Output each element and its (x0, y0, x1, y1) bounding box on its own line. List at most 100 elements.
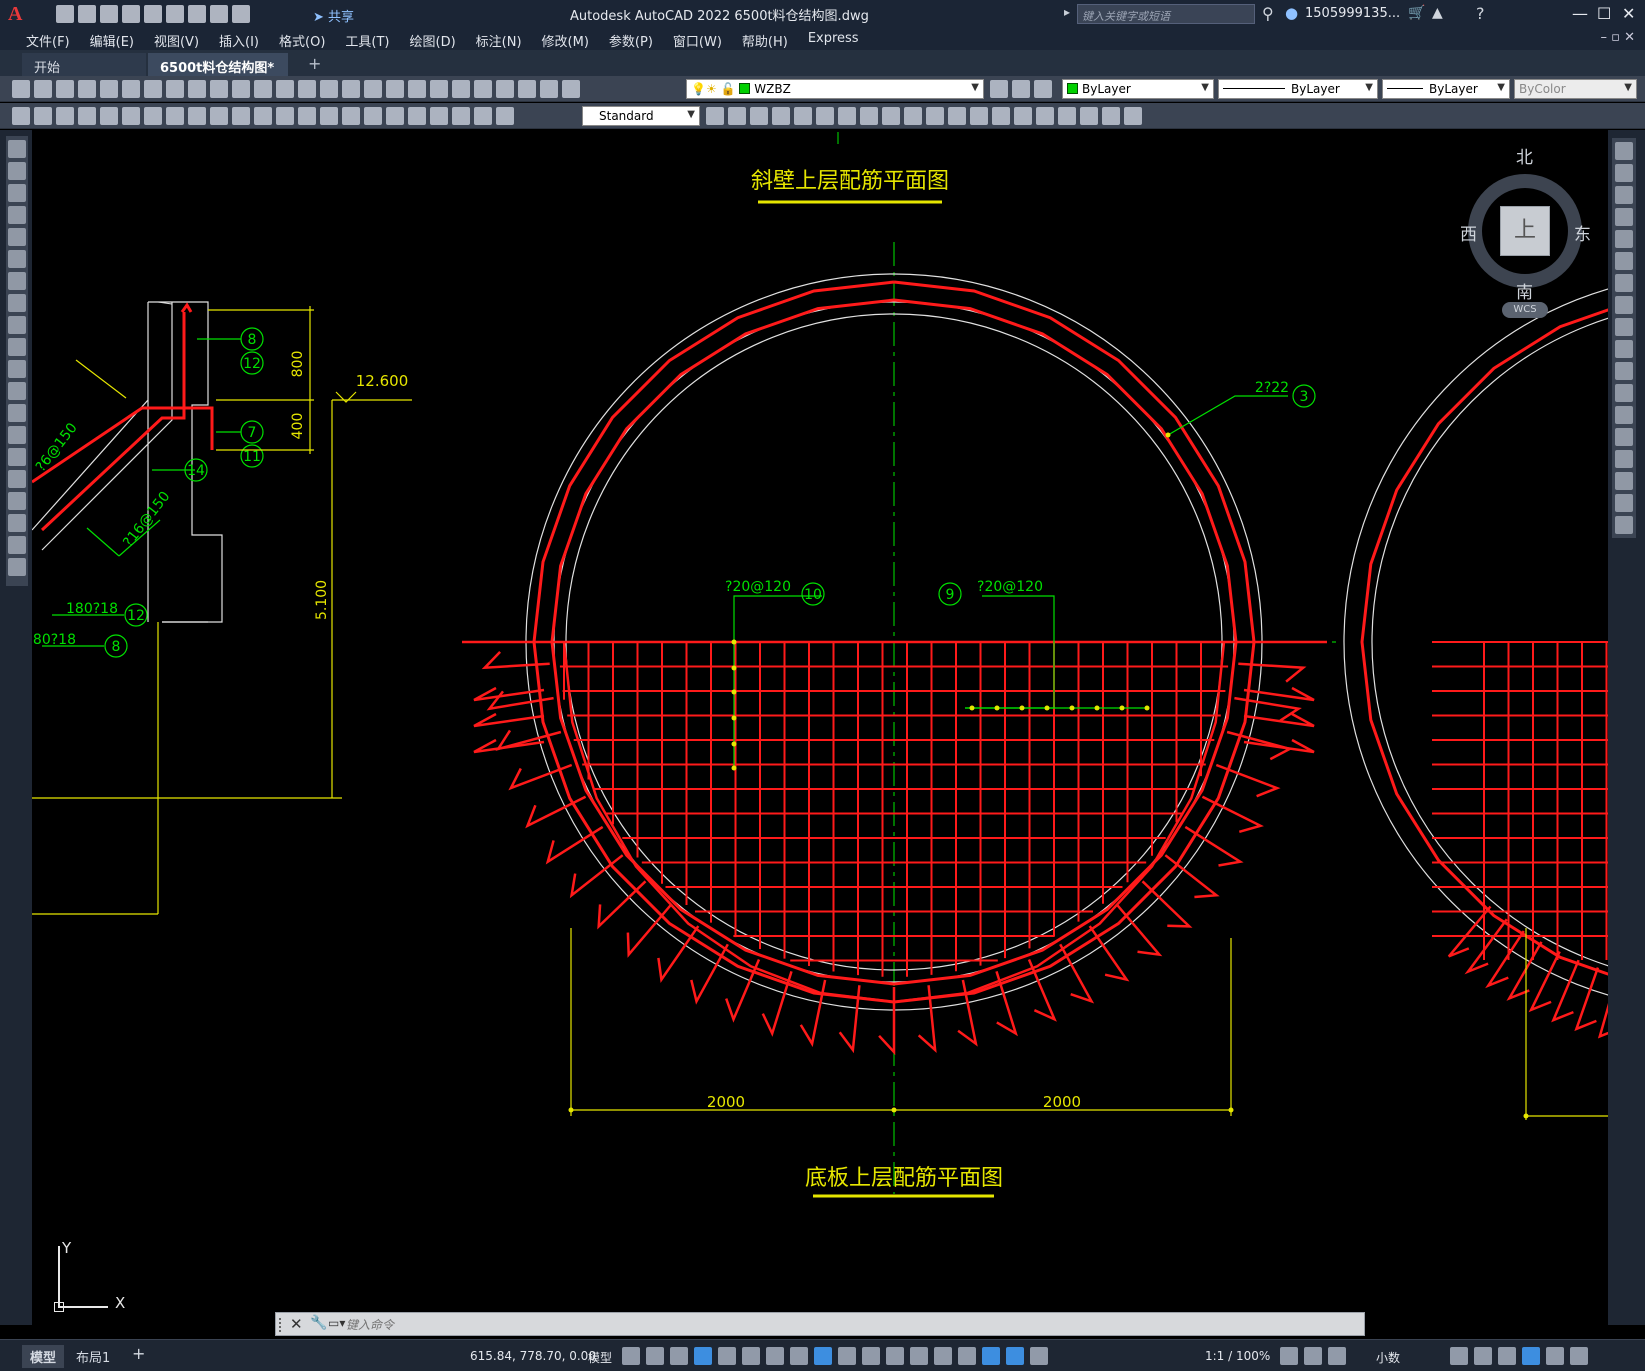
region-icon[interactable] (8, 492, 26, 510)
undo-icon[interactable] (276, 80, 294, 98)
fillet-icon[interactable] (1615, 472, 1633, 490)
workspace-gear-icon[interactable] (1280, 1347, 1298, 1365)
snap-icon[interactable] (646, 1347, 664, 1365)
object-snap-icon[interactable] (814, 1347, 832, 1365)
construction-line-icon[interactable] (8, 162, 26, 180)
diameter-dim-icon[interactable] (144, 107, 162, 125)
3d-print-icon[interactable] (144, 80, 162, 98)
erase-icon[interactable] (1615, 142, 1633, 160)
multiline-text-icon[interactable] (8, 536, 26, 554)
user-account[interactable]: 1505999135... (1305, 6, 1400, 21)
units-icon[interactable] (1328, 1347, 1346, 1365)
viewcube-top-face[interactable]: 上 (1500, 206, 1550, 256)
help-icon[interactable]: ? (1476, 4, 1485, 23)
design-center-icon[interactable] (430, 80, 448, 98)
zoom-previous-icon[interactable] (386, 80, 404, 98)
command-customize-icon[interactable]: 🔧 (310, 1315, 327, 1331)
command-grip-icon[interactable] (279, 1318, 285, 1332)
taper-faces-icon[interactable] (904, 107, 922, 125)
leader-collect-icon[interactable] (496, 107, 514, 125)
cart-icon[interactable]: 🛒 (1408, 5, 1425, 21)
block-editor-icon[interactable] (254, 80, 272, 98)
lock-ui-icon[interactable] (1474, 1347, 1492, 1365)
compass-south[interactable]: 南 (1516, 278, 1533, 303)
solid-edit-icon[interactable] (1124, 107, 1142, 125)
multileader-icon[interactable] (452, 107, 470, 125)
menu-modify[interactable]: 修改(M) (532, 28, 599, 50)
blend-curves-icon[interactable] (1615, 494, 1633, 512)
open-web-icon[interactable] (144, 5, 162, 23)
add-selected-icon[interactable] (8, 558, 26, 576)
aligned-dim-icon[interactable] (34, 107, 52, 125)
isometric-icon[interactable] (766, 1347, 784, 1365)
dimstyle-dropdown[interactable]: Standard ▼ (582, 106, 700, 126)
save-as-icon[interactable] (122, 5, 140, 23)
stretch-icon[interactable] (1615, 318, 1633, 336)
check-icon[interactable] (1102, 107, 1120, 125)
delete-faces-icon[interactable] (860, 107, 878, 125)
copy-faces-icon[interactable] (926, 107, 944, 125)
layer-dropdown[interactable]: 💡☀ 🔓 WZBZ ▼ (686, 79, 984, 99)
save-web-icon[interactable] (166, 5, 184, 23)
trim-icon[interactable] (1615, 340, 1633, 358)
paste-icon[interactable] (210, 80, 228, 98)
dim-text-edit-icon[interactable] (408, 107, 426, 125)
baseline-dim-icon[interactable] (210, 107, 228, 125)
dynamic-input-icon[interactable] (694, 1347, 712, 1365)
model-space-toggle[interactable]: 模型 (588, 1349, 612, 1366)
ortho-icon[interactable] (718, 1347, 736, 1365)
menu-edit[interactable]: 编辑(E) (80, 28, 144, 50)
properties-icon[interactable] (408, 80, 426, 98)
autodesk-app-icon[interactable]: ▲ (1432, 5, 1443, 21)
redo-icon[interactable] (298, 80, 316, 98)
arc-length-icon[interactable] (56, 107, 74, 125)
rotate-icon[interactable] (1615, 274, 1633, 292)
new-file-icon[interactable] (56, 5, 74, 23)
plot-icon[interactable] (188, 5, 206, 23)
compass-east[interactable]: 东 (1574, 220, 1591, 245)
color-dropdown[interactable]: ByLayer ▼ (1062, 79, 1214, 99)
mirror-icon[interactable] (1615, 186, 1633, 204)
new-icon[interactable] (12, 80, 30, 98)
radius-dim-icon[interactable] (100, 107, 118, 125)
add-layout-button[interactable]: + (124, 1342, 153, 1365)
chamfer-icon[interactable] (1615, 450, 1633, 468)
scale-icon[interactable] (1615, 296, 1633, 314)
extrude-faces-icon[interactable] (794, 107, 812, 125)
menu-view[interactable]: 视图(V) (144, 28, 209, 50)
angular-dim-icon[interactable] (166, 107, 184, 125)
dim-space-icon[interactable] (254, 107, 272, 125)
sheet-set-icon[interactable] (474, 80, 492, 98)
layer-match-icon[interactable] (1034, 80, 1052, 98)
color-edges-icon[interactable] (992, 107, 1010, 125)
lineweight-icon[interactable] (838, 1347, 856, 1365)
polygon-icon[interactable] (8, 206, 26, 224)
join-icon[interactable] (1615, 428, 1633, 446)
linetype-dropdown[interactable]: ByLayer ▼ (1218, 79, 1378, 99)
auto-scale-icon[interactable] (1030, 1347, 1048, 1365)
menu-window[interactable]: 窗口(W) (663, 28, 732, 50)
intersect-icon[interactable] (772, 107, 790, 125)
clean-screen-icon[interactable] (1546, 1347, 1564, 1365)
units-dropdown[interactable]: 小数 (1376, 1349, 1400, 1366)
dim-break-icon[interactable] (276, 107, 294, 125)
ellipse-arc-icon[interactable] (8, 360, 26, 378)
command-history-icon[interactable]: ▭▾ (328, 1316, 345, 1330)
leader-align-icon[interactable] (474, 107, 492, 125)
copy-edges-icon[interactable] (970, 107, 988, 125)
object-snap-tracking-icon[interactable] (790, 1347, 808, 1365)
continue-dim-icon[interactable] (232, 107, 250, 125)
rectangle-icon[interactable] (8, 228, 26, 246)
menu-tools[interactable]: 工具(T) (335, 28, 399, 50)
redo-icon[interactable] (232, 5, 250, 23)
tab-start[interactable]: 开始 (22, 53, 146, 76)
hardware-acceleration-icon[interactable] (1522, 1347, 1540, 1365)
grid-icon[interactable] (622, 1347, 640, 1365)
make-block-icon[interactable] (8, 404, 26, 422)
autocad-logo-icon[interactable]: A (8, 3, 28, 25)
revision-cloud-icon[interactable] (8, 294, 26, 312)
copy-object-icon[interactable] (1615, 164, 1633, 182)
search-input[interactable]: 键入关键字或短语 (1077, 4, 1255, 24)
dim-edit-icon[interactable] (386, 107, 404, 125)
menu-draw[interactable]: 绘图(D) (400, 28, 466, 50)
